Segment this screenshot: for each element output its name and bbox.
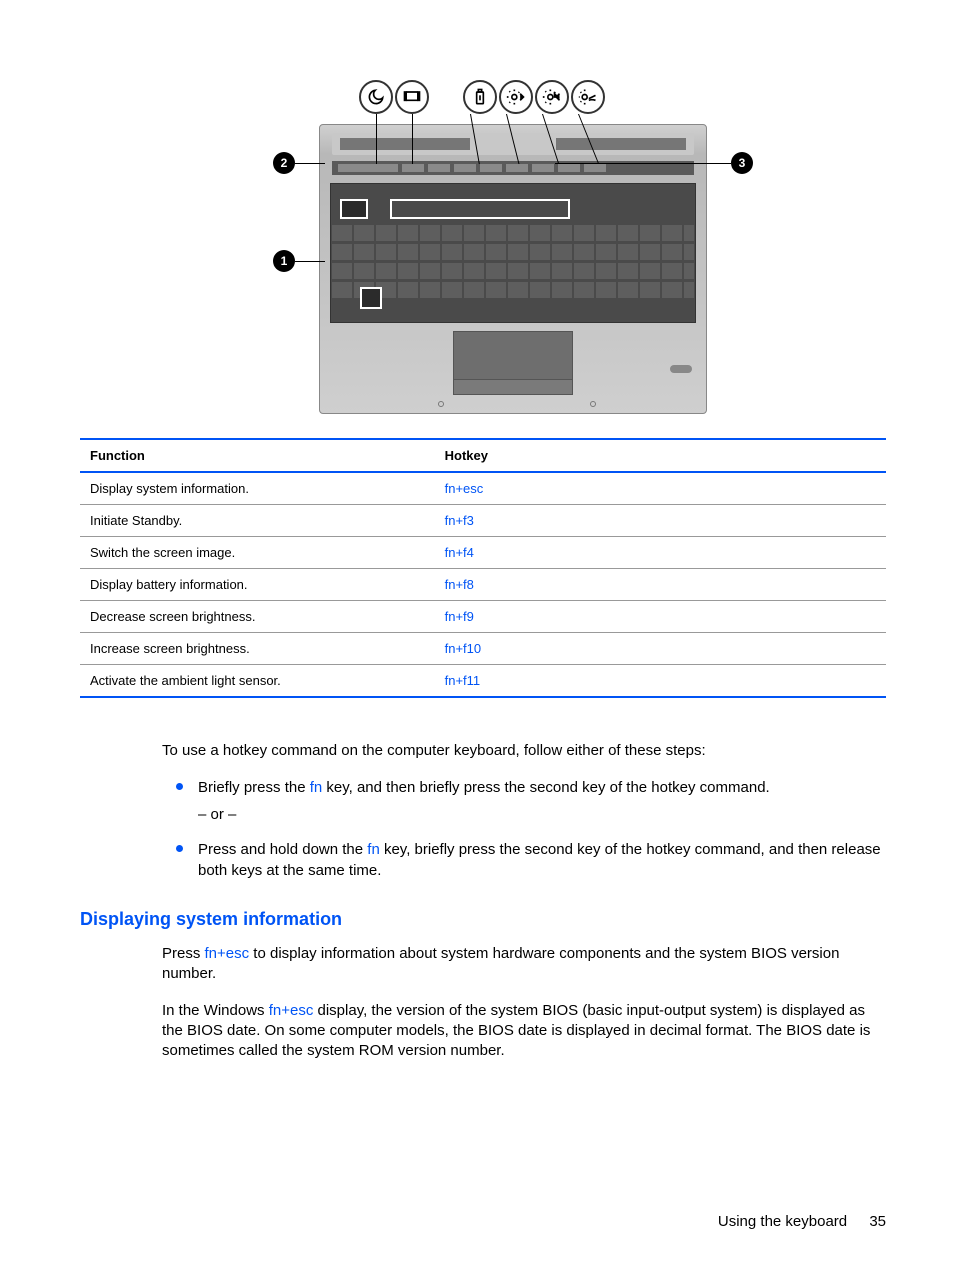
section-para-2: In the Windows fn+esc display, the versi… bbox=[162, 1001, 886, 1062]
cell-function: Display system information. bbox=[80, 472, 435, 505]
hotkey-table: Function Hotkey Display system informati… bbox=[80, 438, 886, 698]
cell-function: Increase screen brightness. bbox=[80, 633, 435, 665]
or-separator: – or – bbox=[198, 804, 886, 825]
table-row: Display battery information.fn+f8 bbox=[80, 569, 886, 601]
hotkey-diagram: 2 3 1 bbox=[140, 80, 886, 420]
step-2: Press and hold down the fn key, briefly … bbox=[162, 839, 886, 881]
section-para-1: Press fn+esc to display information abou… bbox=[162, 944, 886, 985]
p2-a: In the Windows bbox=[162, 1002, 269, 1019]
callout-3: 3 bbox=[731, 152, 753, 174]
intro-text: To use a hotkey command on the computer … bbox=[162, 742, 886, 759]
cell-function: Initiate Standby. bbox=[80, 505, 435, 537]
screen-switch-icon bbox=[395, 80, 429, 114]
brightness-up-icon bbox=[535, 80, 569, 114]
step-1-text-b: key, and then briefly press the second k… bbox=[322, 779, 769, 796]
table-row: Increase screen brightness.fn+f10 bbox=[80, 633, 886, 665]
th-hotkey: Hotkey bbox=[435, 439, 886, 472]
th-function: Function bbox=[80, 439, 435, 472]
fn-key-label: fn bbox=[310, 779, 323, 796]
cell-hotkey: fn+f8 bbox=[435, 569, 886, 601]
cell-hotkey: fn+f11 bbox=[435, 665, 886, 698]
cell-hotkey: fn+f4 bbox=[435, 537, 886, 569]
table-row: Display system information.fn+esc bbox=[80, 472, 886, 505]
step-2-text-a: Press and hold down the bbox=[198, 841, 367, 858]
cell-function: Activate the ambient light sensor. bbox=[80, 665, 435, 698]
footer-page-number: 35 bbox=[869, 1213, 886, 1230]
section-heading: Displaying system information bbox=[80, 909, 886, 930]
cell-hotkey: fn+f3 bbox=[435, 505, 886, 537]
fn-key-label: fn bbox=[367, 841, 380, 858]
brightness-down-icon bbox=[499, 80, 533, 114]
fn-esc-label: fn+esc bbox=[269, 1002, 314, 1019]
table-row: Switch the screen image.fn+f4 bbox=[80, 537, 886, 569]
p1-a: Press bbox=[162, 945, 205, 962]
cell-hotkey: fn+f10 bbox=[435, 633, 886, 665]
cell-hotkey: fn+esc bbox=[435, 472, 886, 505]
p1-b: to display information about system hard… bbox=[162, 945, 839, 982]
cell-function: Switch the screen image. bbox=[80, 537, 435, 569]
page-footer: Using the keyboard 35 bbox=[718, 1213, 886, 1230]
table-row: Initiate Standby.fn+f3 bbox=[80, 505, 886, 537]
laptop-illustration bbox=[319, 124, 707, 414]
cell-hotkey: fn+f9 bbox=[435, 601, 886, 633]
moon-standby-icon bbox=[359, 80, 393, 114]
cell-function: Display battery information. bbox=[80, 569, 435, 601]
step-1: Briefly press the fn key, and then brief… bbox=[162, 777, 886, 825]
ambient-light-icon bbox=[571, 80, 605, 114]
step-1-text-a: Briefly press the bbox=[198, 779, 310, 796]
callout-1: 1 bbox=[273, 250, 295, 272]
fn-esc-label: fn+esc bbox=[205, 945, 250, 962]
fn-key-highlight bbox=[360, 287, 382, 309]
table-row: Decrease screen brightness.fn+f9 bbox=[80, 601, 886, 633]
table-row: Activate the ambient light sensor.fn+f11 bbox=[80, 665, 886, 698]
esc-key-highlight bbox=[340, 199, 368, 219]
fkey-row-highlight bbox=[390, 199, 570, 219]
footer-section: Using the keyboard bbox=[718, 1213, 847, 1230]
callout-2: 2 bbox=[273, 152, 295, 174]
cell-function: Decrease screen brightness. bbox=[80, 601, 435, 633]
battery-info-icon bbox=[463, 80, 497, 114]
